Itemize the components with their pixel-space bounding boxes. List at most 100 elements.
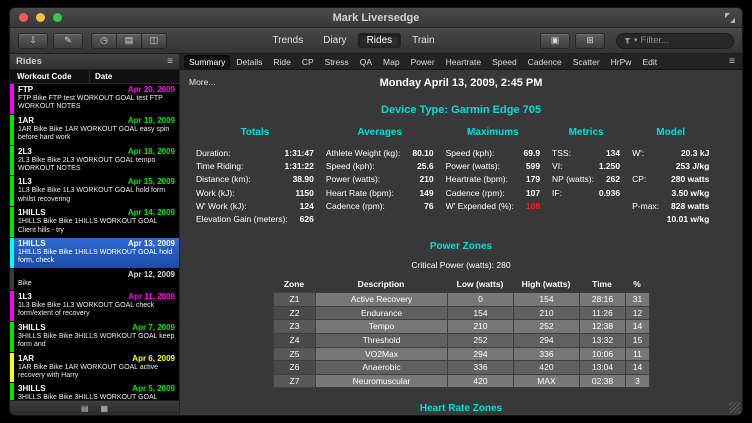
clock-icon: ◷	[100, 35, 108, 46]
analysis-tab[interactable]: Details	[231, 55, 267, 69]
download-ride-button[interactable]: ⇩	[18, 33, 48, 49]
metric-label: CP:	[632, 173, 646, 186]
list-view-icon[interactable]: ▤	[81, 404, 89, 413]
fullscreen-icon[interactable]	[725, 13, 735, 23]
metric-row: W' Expended (%): 108	[446, 200, 540, 213]
calendar-view-icon[interactable]: ▦	[101, 404, 109, 413]
more-link[interactable]: More...	[189, 77, 215, 87]
tabbar-menu-icon[interactable]: ≡	[729, 56, 738, 67]
ride-description: 2L3 Bike Bike 2L3 WORKOUT GOAL tempo WOR…	[18, 157, 175, 174]
zone-cell-percent: 14	[626, 320, 650, 334]
zone-cell-high: 210	[514, 307, 580, 321]
sidebar-menu-icon[interactable]: ≡	[167, 56, 173, 67]
metric-label: NP (watts):	[552, 173, 594, 186]
zone-cell-description: Active Recovery	[316, 293, 448, 307]
ride-item[interactable]: FTP Apr 20, 2009 FTP Bike FTP test WORKO…	[10, 84, 179, 114]
metric-row: VI: 1.250	[552, 160, 620, 173]
zoom-button[interactable]	[53, 13, 62, 22]
analysis-tab[interactable]: QA	[355, 55, 377, 69]
view-tab[interactable]: Train	[403, 33, 443, 48]
metrics-rows: TSS: 134 VI: 1.250	[552, 147, 620, 200]
analysis-tab[interactable]: Speed	[487, 55, 522, 69]
metric-row: Duration: 1:31:47	[196, 147, 314, 160]
summary-columns: Totals Duration: 1:31:47	[190, 127, 732, 226]
analysis-tab[interactable]: Stress	[320, 55, 354, 69]
view-tab[interactable]: Trends	[263, 33, 312, 48]
grid-layout-icon: ⊞	[586, 35, 594, 46]
manual-entry-button[interactable]: ✎	[53, 33, 83, 49]
metric-value: 124	[288, 200, 314, 213]
metric-row: Heartrate (bpm): 179	[446, 173, 540, 186]
ride-code: 3HILLS	[18, 384, 46, 394]
critical-power-label: Critical Power (watts): 280	[190, 260, 732, 270]
ride-color-stripe	[10, 84, 14, 114]
ride-item[interactable]: Apr 12, 2009 Bike	[10, 269, 179, 290]
analysis-tab[interactable]: CP	[297, 55, 319, 69]
zone-cell-time: 12:38	[580, 320, 626, 334]
sidebar-toggle-button[interactable]: ◫	[141, 33, 167, 49]
analysis-tab[interactable]: Summary	[184, 55, 230, 69]
lowbar-toggle-button[interactable]: ▤	[116, 33, 142, 49]
zone-row: Z2 Endurance 154 210 11:26 12	[274, 307, 649, 321]
model-rows: W': 20.3 kJ 253 J/kg	[632, 147, 709, 226]
single-layout-button[interactable]: ▣	[540, 33, 570, 49]
ride-code: 2L3	[18, 147, 32, 157]
ride-item[interactable]: 1HILLS Apr 14, 2009 1HILLS Bike Bike 1HI…	[10, 207, 179, 237]
ride-item[interactable]: 1HILLS Apr 13, 2009 1HILLS Bike Bike 1HI…	[10, 238, 179, 268]
zone-column-header: Time	[579, 277, 625, 292]
ride-description: 1AR Bike Bike 1AR WORKOUT GOAL active re…	[18, 364, 175, 381]
analysis-tab[interactable]: Ride	[268, 55, 295, 69]
zones-table-header: Zone Description Low (watts) High (watts…	[273, 277, 649, 292]
analysis-tab[interactable]: Heartrate	[441, 55, 486, 69]
metric-value: 3.50 w/kg	[660, 187, 710, 200]
ride-item[interactable]: 1L3 Apr 15, 2009 1L3 Bike Bike 1L3 WORKO…	[10, 176, 179, 206]
zone-cell-time: 13:32	[580, 334, 626, 348]
close-button[interactable]	[19, 13, 28, 22]
analysis-tab[interactable]: Power	[406, 55, 440, 69]
metric-label: Duration:	[196, 147, 231, 160]
metric-label: TSS:	[552, 147, 571, 160]
analysis-tab[interactable]: Map	[378, 55, 405, 69]
metric-row: Heart Rate (bpm): 149	[326, 187, 434, 200]
ride-date: Apr 18, 2009	[128, 147, 175, 157]
titlebar: Mark Liversedge	[10, 8, 742, 28]
metric-label: W':	[632, 147, 644, 160]
column-header-workout-code[interactable]: Workout Code	[17, 72, 89, 81]
column-header-date[interactable]: Date	[89, 70, 179, 83]
metric-value: 253 J/kg	[664, 160, 710, 173]
ride-color-stripe	[10, 269, 14, 290]
ride-item[interactable]: 1L3 Apr 11, 2009 1L3 Bike Bike 1L3 WORKO…	[10, 291, 179, 321]
recent-toggle-button[interactable]: ◷	[91, 33, 117, 49]
minimize-button[interactable]	[36, 13, 45, 22]
metric-value: 76	[412, 200, 433, 213]
ride-description: Bike	[18, 280, 175, 288]
metric-row: Power (watts): 599	[446, 160, 540, 173]
metric-row: NP (watts): 262	[552, 173, 620, 186]
zone-cell-zone: Z3	[274, 320, 316, 334]
view-tab[interactable]: Diary	[314, 33, 355, 48]
ride-description: 1L3 Bike Bike 1L3 WORKOUT GOAL check for…	[18, 302, 175, 319]
zone-cell-high: 294	[514, 334, 580, 348]
ride-item[interactable]: 2L3 Apr 18, 2009 2L3 Bike Bike 2L3 WORKO…	[10, 146, 179, 176]
metric-label: Cadence (rpm):	[326, 200, 385, 213]
analysis-tab[interactable]: Edit	[637, 55, 662, 69]
zone-cell-percent: 12	[626, 307, 650, 321]
ride-item[interactable]: 1AR Apr 19, 2009 1AR Bike Bike 1AR WORKO…	[10, 115, 179, 145]
zone-cell-high: 336	[514, 348, 580, 362]
grid-layout-button[interactable]: ⊞	[575, 33, 605, 49]
ride-code: 1HILLS	[18, 208, 46, 218]
analysis-tab[interactable]: Cadence	[523, 55, 567, 69]
metric-row: Work (kJ): 1150	[196, 187, 314, 200]
ride-item[interactable]: 3HILLS Apr 7, 2009 3HILLS Bike Bike 3HIL…	[10, 322, 179, 352]
zone-column-header: Low (watts)	[447, 277, 513, 292]
ride-item[interactable]: 1AR Apr 6, 2009 1AR Bike Bike 1AR WORKOU…	[10, 353, 179, 383]
metric-row: Speed (kph): 69.9	[446, 147, 540, 160]
analysis-tab[interactable]: Scatter	[568, 55, 605, 69]
analysis-tab[interactable]: HrPw	[606, 55, 637, 69]
view-tab[interactable]: Rides	[358, 33, 402, 48]
ride-item[interactable]: 3HILLS Apr 5, 2009 3HILLS Bike Bike 3HIL…	[10, 383, 179, 400]
filter-input[interactable]	[641, 35, 726, 46]
metric-label: Heart Rate (bpm):	[326, 187, 394, 200]
metric-label: W' Work (kJ):	[196, 200, 247, 213]
resize-grip[interactable]	[729, 402, 740, 413]
